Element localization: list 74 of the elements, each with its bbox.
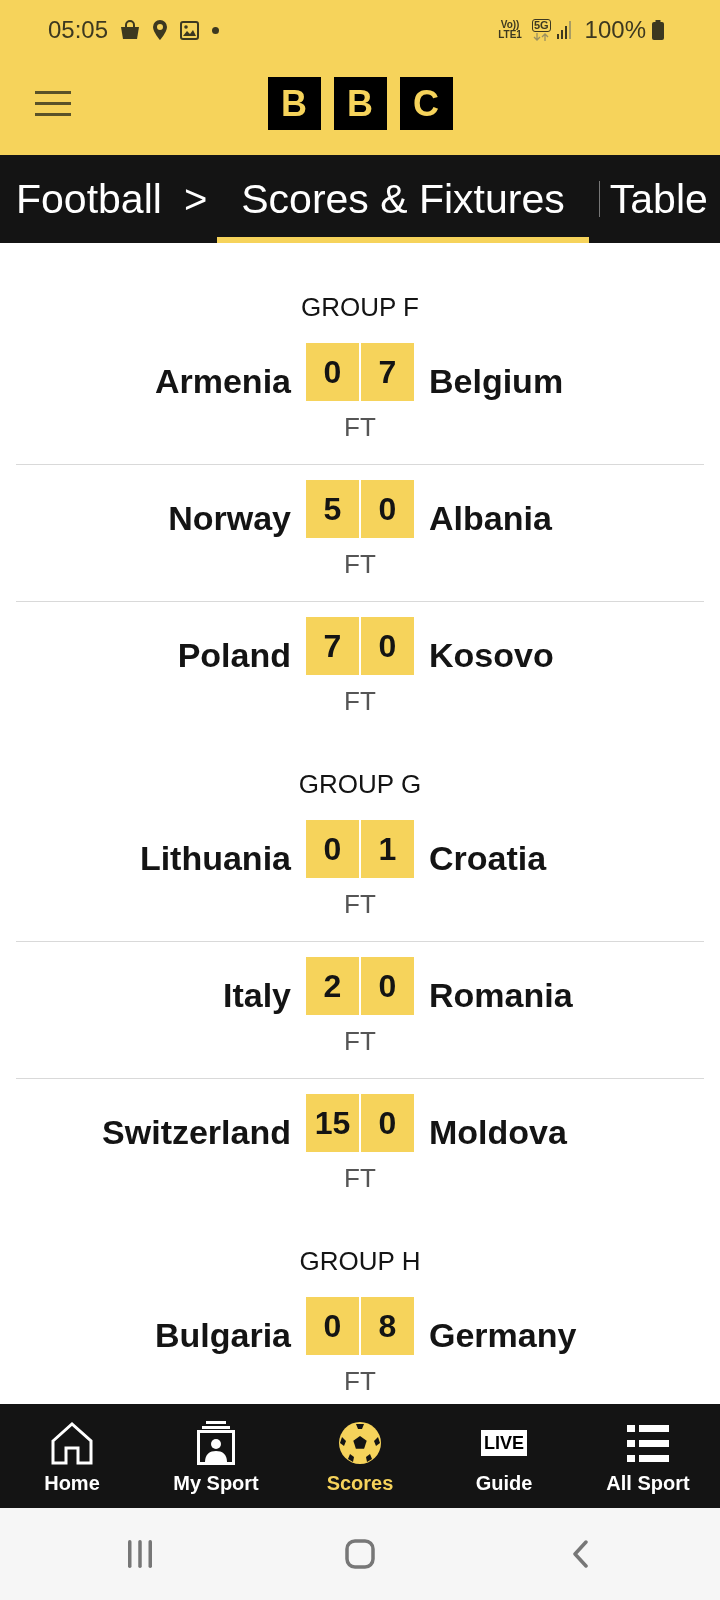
away-team-name: Germany <box>429 1318 577 1355</box>
notification-dot-icon <box>212 26 220 34</box>
back-icon <box>572 1540 588 1568</box>
all-sport-tab[interactable]: All Sport <box>606 1404 690 1508</box>
list-icon <box>627 1423 669 1463</box>
home-score: 7 <box>306 617 359 675</box>
away-score: 7 <box>361 343 414 401</box>
away-team-name: Moldova <box>429 1115 567 1152</box>
away-score: 0 <box>361 1094 414 1152</box>
away-score: 0 <box>361 480 414 538</box>
back-button[interactable] <box>572 1540 588 1568</box>
match-status: FT <box>344 1027 376 1055</box>
lte-label: LTE1 <box>498 30 522 40</box>
group-heading: GROUP F <box>301 293 419 321</box>
recent-apps-icon <box>127 1540 153 1568</box>
home-score: 2 <box>306 957 359 1015</box>
home-score: 0 <box>306 820 359 878</box>
my-sport-tab[interactable]: My Sport <box>173 1404 259 1508</box>
home-icon <box>51 1421 93 1465</box>
home-score: 0 <box>306 343 359 401</box>
recent-apps-button[interactable] <box>127 1540 153 1568</box>
data-arrows-icon <box>532 33 551 41</box>
profile-card-icon <box>197 1421 235 1465</box>
away-team-name: Belgium <box>429 364 564 401</box>
match-status: FT <box>344 550 376 578</box>
match-status: FT <box>344 1164 376 1192</box>
home-tab[interactable]: Home <box>44 1404 100 1508</box>
live-badge: LIVE <box>481 1430 527 1456</box>
breadcrumb-separator: > <box>183 176 208 222</box>
group-heading: GROUP G <box>298 770 422 798</box>
home-team-name: Italy <box>222 978 291 1015</box>
home-team-name: Bulgaria <box>154 1318 291 1355</box>
logo-letter-tile: B <box>267 77 321 130</box>
location-pin-icon <box>153 20 168 40</box>
battery-icon <box>652 20 664 40</box>
network-type-label: 5G <box>531 19 551 32</box>
match-status: FT <box>344 1367 376 1395</box>
home-team-name: Switzerland <box>102 1115 291 1152</box>
logo-letter-tile: B <box>333 77 387 130</box>
away-score: 0 <box>361 617 414 675</box>
away-team-name: Kosovo <box>429 638 554 675</box>
battery-percentage: 100% <box>584 16 646 44</box>
home-team-name: Lithuania <box>139 841 291 878</box>
menu-icon <box>35 91 71 116</box>
match-status: FT <box>344 890 376 918</box>
home-button[interactable] <box>345 1539 375 1569</box>
away-team-name: Romania <box>429 978 573 1015</box>
volte-label: Vo)) <box>500 20 520 30</box>
logo-letter-tile: C <box>399 77 453 130</box>
away-score: 8 <box>361 1297 414 1355</box>
home-team-name: Norway <box>168 501 291 538</box>
tab[interactable]: Table <box>599 155 708 243</box>
home-team-name: Armenia <box>154 364 291 401</box>
home-score: 0 <box>306 1297 359 1355</box>
match-status: FT <box>344 413 376 441</box>
away-team-name: Albania <box>429 501 552 538</box>
away-score: 1 <box>361 820 414 878</box>
guide-tab[interactable]: LIVE Guide <box>475 1404 533 1508</box>
group-heading: GROUP H <box>299 1247 421 1275</box>
home-score: 5 <box>306 480 359 538</box>
home-team-name: Poland <box>177 638 291 675</box>
shopping-bag-icon <box>120 20 141 40</box>
breadcrumb-link[interactable]: Football <box>16 175 162 223</box>
away-team-name: Croatia <box>429 841 547 878</box>
home-score: 15 <box>306 1094 359 1152</box>
menu-button[interactable] <box>35 91 71 116</box>
scores-tab[interactable]: Scores <box>326 1404 394 1508</box>
signal-icon <box>556 21 571 39</box>
rounded-square-icon <box>345 1539 375 1569</box>
football-icon <box>338 1421 382 1465</box>
status-time: 05:05 <box>48 16 109 44</box>
match-status: FT <box>344 687 376 715</box>
image-icon <box>180 20 200 40</box>
away-score: 0 <box>361 957 414 1015</box>
